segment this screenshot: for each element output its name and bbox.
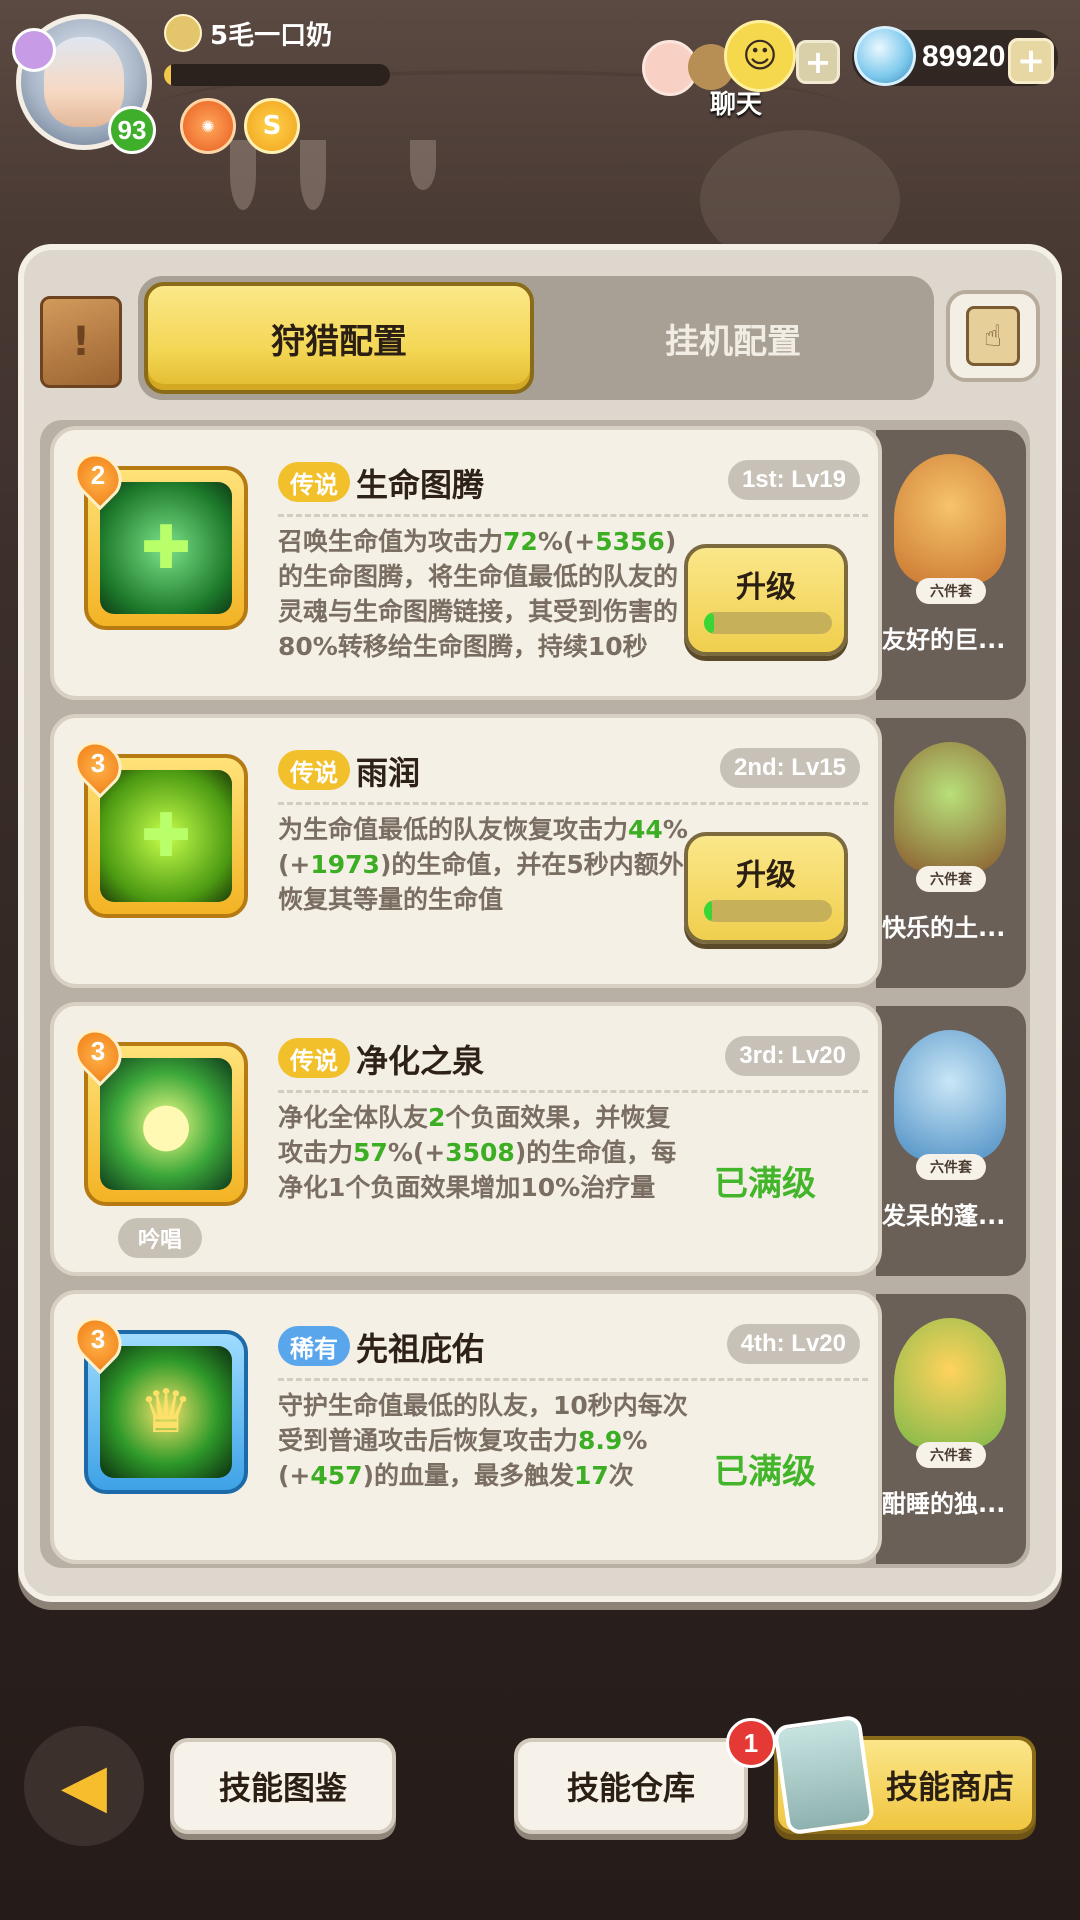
pet-figure	[894, 454, 1006, 584]
rarity-tag: 稀有	[278, 1326, 350, 1366]
upgrade-button[interactable]: 升级	[684, 832, 848, 944]
divider	[278, 514, 868, 517]
smiley-icon: ☺	[724, 20, 796, 92]
pet-name: 发呆的蓬...	[882, 1202, 1006, 1230]
skill-card[interactable]: ♛ 3 稀有 先祖庇佑 4th: Lv20 守护生命值最低的队友，10秒内每次受…	[50, 1290, 882, 1564]
set-badge: 六件套	[916, 1442, 986, 1468]
skill-description: 召唤生命值为攻击力72%(+5356)的生命图腾，将生命值最低的队友的灵魂与生命…	[278, 527, 679, 661]
pet-slot[interactable]: 六件套 发呆的蓬...	[876, 1006, 1026, 1276]
skill-card[interactable]: ✚ 3 传说 雨润 2nd: Lv15 为生命值最低的队友恢复攻击力44%(+1…	[50, 714, 882, 988]
skill-name: 雨润	[356, 754, 421, 792]
config-tabs: 狩猎配置 挂机配置	[138, 276, 934, 400]
max-level-label: 已满级	[714, 1164, 816, 1204]
slot-level-badge: 1st: Lv19	[727, 460, 860, 500]
max-level-label: 已满级	[714, 1452, 816, 1492]
skill-storage-button[interactable]: 技能仓库	[514, 1738, 748, 1834]
rarity-tag: 传说	[278, 750, 350, 790]
shield-crown-icon: ♛	[100, 1346, 232, 1478]
skill-name: 先祖庇佑	[356, 1330, 485, 1368]
plus-icon[interactable]: +	[796, 40, 840, 84]
slot-number: 3	[90, 1324, 106, 1354]
chat-label: 聊天	[710, 90, 763, 120]
title-icon	[164, 14, 202, 52]
totem-icon: ✚	[100, 482, 232, 614]
divider	[278, 1090, 868, 1093]
player-avatar[interactable]: 93	[12, 14, 156, 154]
pet-figure	[894, 1318, 1006, 1448]
pet-figure	[894, 1030, 1006, 1160]
slot-number: 2	[90, 460, 106, 490]
currency-value: 89920	[922, 40, 1006, 73]
medal-icon[interactable]: ✺	[180, 98, 236, 154]
upgrade-progress	[704, 900, 832, 922]
player-name-row: 5毛一口奶	[164, 14, 332, 52]
exp-bar	[164, 64, 390, 86]
skill-description: 净化全体队友2个负面效果，并恢复攻击力57%(+3508)的生命值，每净化1个负…	[278, 1103, 677, 1202]
chant-tag: 吟唱	[118, 1218, 202, 1258]
slot-level-badge: 4th: Lv20	[726, 1324, 860, 1364]
avatar-frame-icon	[12, 28, 56, 72]
add-currency-button[interactable]: +	[1008, 38, 1054, 84]
set-badge: 六件套	[916, 1154, 986, 1180]
skill-card[interactable]: ● 3 吟唱 传说 净化之泉 3rd: Lv20 净化全体队友2个负面效果，并恢…	[50, 1002, 882, 1276]
set-badge: 六件套	[916, 866, 986, 892]
tab-hunt-config[interactable]: 狩猎配置	[144, 282, 534, 394]
pet-figure	[894, 742, 1006, 872]
fang-decoration	[230, 140, 256, 210]
chat-button[interactable]: ☺ + 聊天	[640, 20, 840, 120]
player-level-badge: 93	[108, 106, 156, 154]
rarity-tag: 传说	[278, 462, 350, 502]
skill-guide-button[interactable]: 技能图鉴	[170, 1738, 396, 1834]
skill-description: 为生命值最低的队友恢复攻击力44%(+1973)的生命值，并在5秒内额外恢复其等…	[278, 815, 688, 914]
skill-book-icon	[772, 1714, 876, 1836]
set-badge: 六件套	[916, 578, 986, 604]
pet-slot[interactable]: 六件套 友好的巨...	[876, 430, 1026, 700]
tab-idle-config[interactable]: 挂机配置	[538, 282, 928, 394]
heal-rain-icon: ✚	[100, 770, 232, 902]
skill-description: 守护生命值最低的队友，10秒内每次受到普通攻击后恢复攻击力8.9%(+457)的…	[278, 1391, 688, 1490]
shell-gem-icon	[854, 26, 916, 86]
fang-decoration	[300, 140, 326, 210]
upgrade-progress	[704, 612, 832, 634]
spring-drop-icon: ●	[100, 1058, 232, 1190]
pet-slot[interactable]: 六件套 酣睡的独...	[876, 1294, 1026, 1564]
pet-name: 友好的巨...	[882, 626, 1006, 654]
slot-level-badge: 2nd: Lv15	[719, 748, 860, 788]
medal-icon[interactable]: S	[244, 98, 300, 154]
slot-number: 3	[90, 1036, 106, 1066]
pet-slot[interactable]: 六件套 快乐的土...	[876, 718, 1026, 988]
upgrade-button[interactable]: 升级	[684, 544, 848, 656]
divider	[278, 802, 868, 805]
fang-decoration	[410, 140, 436, 190]
back-arrow-icon[interactable]: ◀	[24, 1726, 144, 1846]
slot-number: 3	[90, 748, 106, 778]
slot-level-badge: 3rd: Lv20	[725, 1036, 860, 1076]
skill-name: 净化之泉	[356, 1042, 485, 1080]
divider	[278, 1378, 868, 1381]
pet-name: 快乐的土...	[882, 914, 1006, 942]
pet-name: 酣睡的独...	[882, 1490, 1006, 1518]
help-button[interactable]: ☝	[946, 290, 1040, 382]
hand-icon: ☝	[966, 306, 1020, 366]
skill-name: 生命图腾	[356, 466, 485, 504]
skill-card[interactable]: ✚ 2 传说 生命图腾 1st: Lv19 召唤生命值为攻击力72%(+5356…	[50, 426, 882, 700]
notification-badge: 1	[726, 1718, 776, 1768]
rarity-tag: 传说	[278, 1038, 350, 1078]
player-name: 5毛一口奶	[210, 20, 333, 51]
scroll-icon[interactable]: !	[40, 296, 122, 388]
